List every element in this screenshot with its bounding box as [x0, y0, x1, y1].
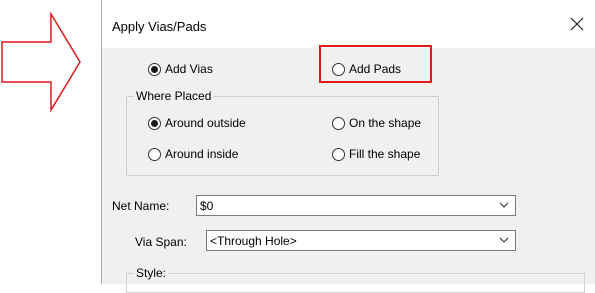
add-vias-label: Add Vias	[165, 62, 213, 76]
via-span-combo[interactable]: <Through Hole>	[206, 230, 516, 251]
radio-unselected-icon	[332, 147, 345, 161]
on-the-shape-label: On the shape	[349, 116, 422, 130]
around-inside-radio[interactable]: Around inside	[148, 147, 238, 161]
chevron-down-icon	[499, 202, 509, 208]
radio-unselected-icon	[332, 116, 345, 130]
net-name-combo[interactable]: $0	[196, 195, 516, 216]
fill-the-shape-radio[interactable]: Fill the shape	[332, 147, 420, 161]
style-group	[126, 273, 585, 293]
where-placed-group	[126, 96, 439, 176]
add-vias-radio[interactable]: Add Vias	[148, 62, 213, 76]
around-outside-radio[interactable]: Around outside	[148, 116, 246, 130]
callout-arrow-icon	[1, 11, 81, 113]
chevron-down-icon	[499, 237, 509, 243]
around-inside-label: Around inside	[165, 147, 239, 161]
where-placed-label: Where Placed	[134, 89, 214, 103]
add-pads-highlight	[319, 45, 432, 83]
dialog-title: Apply Vias/Pads	[112, 19, 207, 34]
radio-unselected-icon	[148, 147, 161, 161]
fill-the-shape-label: Fill the shape	[349, 147, 421, 161]
net-name-value: $0	[200, 198, 214, 213]
apply-vias-pads-dialog: Apply Vias/Pads Add Vias Add Pads Where …	[101, 0, 595, 293]
around-outside-label: Around outside	[165, 116, 246, 130]
title-bar: Apply Vias/Pads	[102, 0, 595, 48]
radio-selected-icon	[148, 116, 161, 130]
net-name-label: Net Name:	[112, 199, 170, 213]
via-span-label: Via Span:	[135, 235, 187, 249]
via-span-value: <Through Hole>	[210, 233, 297, 248]
style-label: Style:	[134, 266, 169, 280]
radio-selected-icon	[148, 62, 161, 76]
on-the-shape-radio[interactable]: On the shape	[332, 116, 421, 130]
close-icon[interactable]	[565, 12, 589, 36]
